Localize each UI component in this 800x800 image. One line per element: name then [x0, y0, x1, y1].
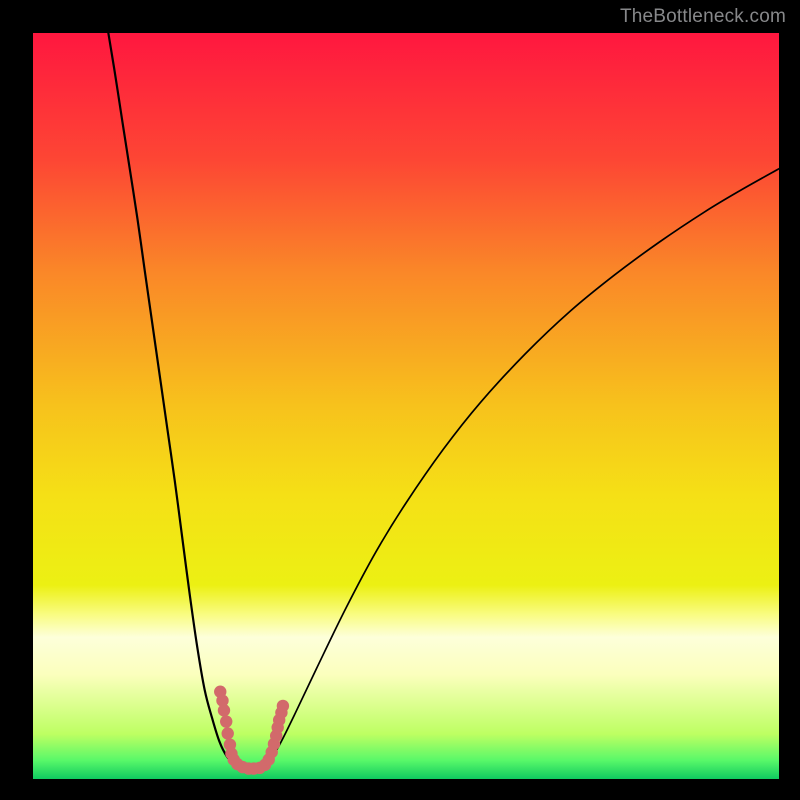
marker-point [222, 727, 234, 739]
marker-point [277, 700, 289, 712]
plot-svg [33, 33, 779, 779]
marker-point [220, 715, 232, 727]
chart-frame [0, 0, 800, 800]
gradient-background [33, 33, 779, 779]
plot-area [33, 33, 779, 779]
watermark: TheBottleneck.com [620, 6, 786, 28]
marker-point [218, 704, 230, 716]
